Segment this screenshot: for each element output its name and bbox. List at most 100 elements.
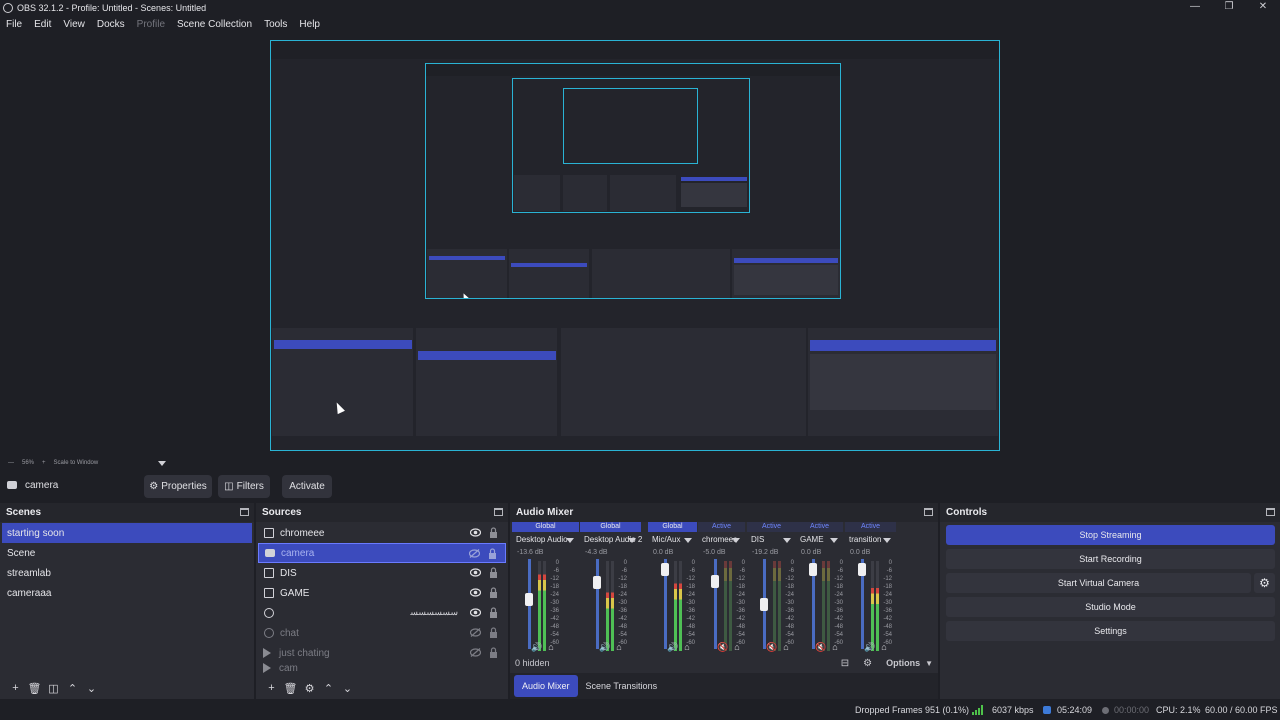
monitor-icon[interactable]: ⌂ <box>832 642 837 652</box>
remove-source-icon[interactable]: 🗑 <box>281 682 300 695</box>
monitor-icon[interactable]: ⌂ <box>783 642 788 652</box>
layout-toggle-icon[interactable]: ⊟ <box>841 658 849 669</box>
minimize-icon[interactable]: — <box>1178 0 1212 14</box>
lock-icon[interactable] <box>489 527 498 538</box>
monitor-icon[interactable]: ⌂ <box>881 642 886 652</box>
monitor-icon[interactable]: ⌂ <box>548 642 553 652</box>
channel-name[interactable]: DIS <box>751 535 764 544</box>
muted-icon[interactable]: 🔇 <box>815 642 826 652</box>
scene-filters-icon[interactable]: ◫ <box>44 682 63 695</box>
preview-canvas[interactable] <box>270 40 1000 451</box>
activate-button[interactable]: Activate <box>282 475 332 498</box>
tab-scene-transitions[interactable]: Scene Transitions <box>578 675 666 697</box>
source-item[interactable]: DIS <box>258 563 506 583</box>
volume-slider-handle[interactable] <box>661 563 669 576</box>
menu-scene-collection[interactable]: Scene Collection <box>171 19 258 30</box>
chevron-down-icon[interactable] <box>684 538 692 543</box>
source-item[interactable]: ﺳﺴﺴﺴﺴﺴ <box>258 603 506 623</box>
chevron-down-icon[interactable] <box>732 538 740 543</box>
studio-mode-button[interactable]: Studio Mode <box>946 597 1275 617</box>
volume-slider-handle[interactable] <box>593 576 601 589</box>
scene-item[interactable]: Scene <box>2 543 252 563</box>
add-scene-icon[interactable]: + <box>6 682 25 694</box>
speaker-icon[interactable]: 🔊 <box>864 642 875 652</box>
lock-icon[interactable] <box>489 567 498 578</box>
volume-slider-handle[interactable] <box>760 598 768 611</box>
move-up-icon[interactable]: ⌃ <box>63 682 82 695</box>
move-up-icon[interactable]: ⌃ <box>319 682 338 695</box>
add-source-icon[interactable]: + <box>262 682 281 694</box>
filters-button[interactable]: ◫ Filters <box>218 475 270 498</box>
menu-edit[interactable]: Edit <box>28 19 57 30</box>
volume-slider[interactable] <box>596 559 599 649</box>
source-item[interactable]: cam <box>258 663 506 673</box>
properties-button[interactable]: ⚙ Properties <box>144 475 212 498</box>
source-item[interactable]: chat <box>258 623 506 643</box>
menu-help[interactable]: Help <box>293 19 326 30</box>
channel-name[interactable]: Mic/Aux <box>652 535 680 544</box>
scene-item[interactable]: cameraaa <box>2 583 252 603</box>
volume-slider-handle[interactable] <box>525 593 533 606</box>
source-properties-icon[interactable]: ⚙ <box>300 682 319 695</box>
lock-icon[interactable] <box>489 647 498 658</box>
move-down-icon[interactable]: ⌄ <box>338 682 357 695</box>
visibility-eye-icon[interactable] <box>470 608 481 617</box>
lock-icon[interactable] <box>489 627 498 638</box>
visibility-eye-icon[interactable] <box>470 528 481 537</box>
visibility-eye-icon[interactable] <box>470 568 481 577</box>
chevron-down-icon[interactable] <box>566 538 574 543</box>
chevron-down-icon[interactable] <box>830 538 838 543</box>
chevron-down-icon[interactable] <box>158 460 167 466</box>
volume-slider-handle[interactable] <box>858 563 866 576</box>
hidden-eye-icon[interactable] <box>470 628 481 637</box>
advanced-audio-icon[interactable]: ⚙ <box>863 658 872 669</box>
stop-streaming-button[interactable]: Stop Streaming <box>946 525 1275 545</box>
source-item[interactable]: GAME <box>258 583 506 603</box>
chevron-down-icon[interactable] <box>628 538 636 543</box>
source-item[interactable]: just chating <box>258 643 506 663</box>
undock-icon[interactable] <box>494 508 503 516</box>
virtual-camera-settings-icon[interactable]: ⚙ <box>1254 573 1275 593</box>
source-item[interactable]: chromeee <box>258 523 506 543</box>
chevron-down-icon[interactable] <box>783 538 791 543</box>
menu-file[interactable]: File <box>0 19 28 30</box>
scene-item[interactable]: streamlab <box>2 563 252 583</box>
channel-name[interactable]: GAME <box>800 535 824 544</box>
undock-icon[interactable] <box>240 508 249 516</box>
muted-icon[interactable]: 🔇 <box>717 642 728 652</box>
maximize-icon[interactable]: ❐ <box>1212 0 1246 14</box>
lock-icon[interactable] <box>489 587 498 598</box>
move-down-icon[interactable]: ⌄ <box>82 682 101 695</box>
speaker-icon[interactable]: 🔊 <box>531 642 542 652</box>
lock-icon[interactable] <box>489 607 498 618</box>
channel-name[interactable]: Desktop Audio <box>516 535 568 544</box>
menu-tools[interactable]: Tools <box>258 19 293 30</box>
scene-item[interactable]: starting soon <box>2 523 252 543</box>
hidden-eye-icon[interactable] <box>469 549 480 558</box>
muted-icon[interactable]: 🔇 <box>766 642 777 652</box>
volume-slider[interactable] <box>714 559 717 649</box>
tab-audio-mixer[interactable]: Audio Mixer <box>514 675 578 697</box>
lock-icon[interactable] <box>488 548 497 559</box>
menu-view[interactable]: View <box>57 19 91 30</box>
start-virtual-camera-button[interactable]: Start Virtual Camera <box>946 573 1251 593</box>
volume-slider-handle[interactable] <box>711 575 719 588</box>
close-icon[interactable]: ✕ <box>1246 0 1280 14</box>
chevron-down-icon[interactable]: ▼ <box>925 659 933 668</box>
start-recording-button[interactable]: Start Recording <box>946 549 1275 569</box>
zoom-out-icon[interactable]: — <box>8 460 14 466</box>
options-button[interactable]: Options <box>886 658 920 668</box>
settings-button[interactable]: Settings <box>946 621 1275 641</box>
speaker-icon[interactable]: 🔊 <box>599 642 610 652</box>
channel-name[interactable]: transition <box>849 535 881 544</box>
monitor-icon[interactable]: ⌂ <box>734 642 739 652</box>
undock-icon[interactable] <box>924 508 933 516</box>
hidden-eye-icon[interactable] <box>470 648 481 657</box>
menu-docks[interactable]: Docks <box>91 19 131 30</box>
speaker-icon[interactable]: 🔊 <box>667 642 678 652</box>
remove-scene-icon[interactable]: 🗑 <box>25 682 44 695</box>
source-item[interactable]: camera <box>258 543 506 563</box>
undock-icon[interactable] <box>1266 508 1275 516</box>
visibility-eye-icon[interactable] <box>470 588 481 597</box>
monitor-icon[interactable]: ⌂ <box>684 642 689 652</box>
